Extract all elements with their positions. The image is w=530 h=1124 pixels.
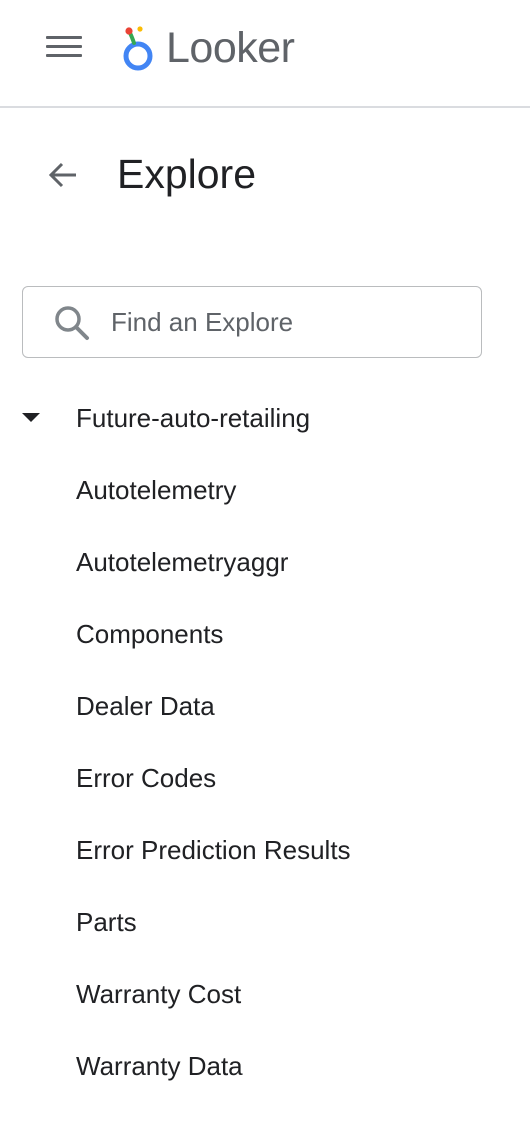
tree-group-label: Future-auto-retailing [76, 403, 311, 433]
explore-tree: Future-auto-retailing Autotelemetry Auto… [0, 382, 530, 1102]
explore-item-error-prediction-results[interactable]: Error Prediction Results [0, 814, 530, 886]
search-icon [55, 306, 89, 340]
explore-item-warranty-data[interactable]: Warranty Data [0, 1030, 530, 1102]
explore-item-autotelemetryaggr[interactable]: Autotelemetryaggr [0, 526, 530, 598]
explore-item-label: Warranty Data [76, 1051, 243, 1081]
explore-item-components[interactable]: Components [0, 598, 530, 670]
looker-logo[interactable]: Looker [120, 20, 295, 76]
search-box[interactable] [22, 286, 482, 358]
caret-down-icon[interactable] [22, 413, 40, 422]
search-input[interactable] [111, 301, 461, 343]
top-bar: Looker [0, 0, 530, 108]
arrow-back-icon[interactable] [44, 158, 84, 192]
explore-item-label: Autotelemetryaggr [76, 547, 289, 577]
explore-item-label: Error Codes [76, 763, 217, 793]
explore-item-error-codes[interactable]: Error Codes [0, 742, 530, 814]
explore-item-label: Dealer Data [76, 691, 215, 721]
hamburger-menu-icon[interactable] [44, 30, 84, 62]
explore-item-label: Parts [76, 907, 137, 937]
explore-item-label: Autotelemetry [76, 475, 237, 505]
explore-item-label: Error Prediction Results [76, 835, 351, 865]
explore-item-warranty-cost[interactable]: Warranty Cost [0, 958, 530, 1030]
logo-text: Looker [166, 24, 295, 72]
explore-item-label: Components [76, 619, 224, 649]
explore-item-autotelemetry[interactable]: Autotelemetry [0, 454, 530, 526]
explore-item-label: Warranty Cost [76, 979, 242, 1009]
explore-item-parts[interactable]: Parts [0, 886, 530, 958]
looker-logo-icon [123, 26, 153, 71]
page-header: Explore [0, 140, 530, 210]
tree-group-future-auto-retailing[interactable]: Future-auto-retailing [0, 382, 530, 454]
page-title: Explore [117, 151, 257, 197]
explore-item-dealer-data[interactable]: Dealer Data [0, 670, 530, 742]
